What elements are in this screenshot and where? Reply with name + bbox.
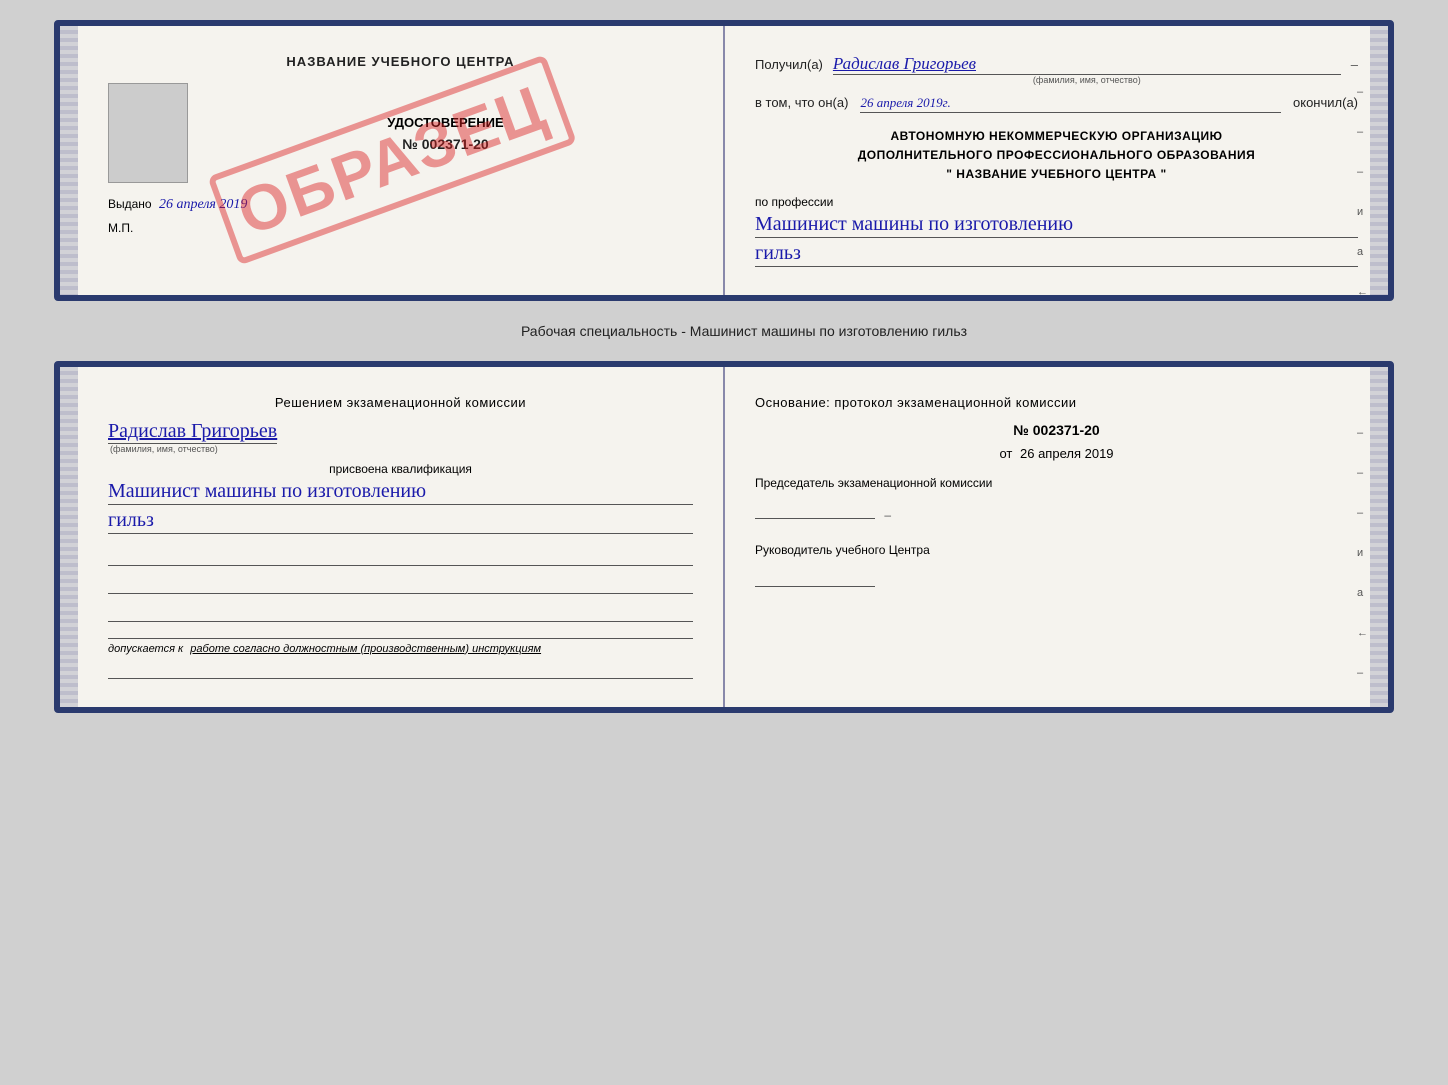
top-right-panel: Получил(а) Радислав Григорьев (фамилия, …: [725, 26, 1388, 295]
bottom-left-panel: Решением экзаменационной комиссии Радисл…: [60, 367, 725, 707]
mp-label: М.П.: [108, 221, 693, 235]
issued-date: 26 апреля 2019: [159, 197, 247, 212]
head-sig-line: [755, 567, 875, 587]
profession-block: по профессии Машинист машины по изготовл…: [755, 195, 1358, 267]
fio-subtitle: (фамилия, имя, отчество): [833, 75, 1341, 85]
dash-b-а: а: [1357, 587, 1368, 599]
admission-blank-line: [108, 659, 693, 679]
blank-lines: [108, 546, 693, 622]
qualification-block: Машинист машины по изготовлению гильз: [108, 478, 693, 534]
dash-1: –: [1357, 86, 1368, 98]
cert-issued: Выдано 26 апреля 2019: [108, 197, 693, 213]
org-line1: АВТОНОМНУЮ НЕКОММЕРЧЕСКУЮ ОРГАНИЗАЦИЮ: [755, 127, 1358, 146]
head-label: Руководитель учебного Центра: [755, 542, 1358, 559]
date-suffix: окончил(а): [1293, 95, 1358, 110]
qualification-value2: гильз: [108, 507, 693, 534]
basis-title: Основание: протокол экзаменационной коми…: [755, 395, 1358, 410]
date-field-line: в том, что он(а) 26 апреля 2019г. окончи…: [755, 95, 1358, 113]
dash-b-1: –: [1357, 427, 1368, 439]
dash-b-2: –: [1357, 467, 1368, 479]
blank-line-3: [108, 602, 693, 622]
cert-photo-placeholder: [108, 83, 188, 183]
profession-prefix: по профессии: [755, 195, 1358, 209]
protocol-date: от 26 апреля 2019: [755, 446, 1358, 461]
date-prefix: в том, что он(а): [755, 95, 848, 110]
org-line3: " НАЗВАНИЕ УЧЕБНОГО ЦЕНТРА ": [755, 165, 1358, 184]
bottom-right-panel: Основание: протокол экзаменационной коми…: [725, 367, 1388, 707]
side-dashes-top: – – – и а ← – – –: [1357, 86, 1368, 301]
dash1: –: [1351, 57, 1358, 72]
dash-и: и: [1357, 206, 1368, 218]
dash-b-и: и: [1357, 547, 1368, 559]
head-signature-line: [755, 567, 1358, 590]
admission-value: работе согласно должностным (производств…: [190, 643, 541, 655]
side-dashes-bottom: – – – и а ← – – –: [1357, 427, 1368, 713]
issued-label: Выдано: [108, 197, 152, 211]
dash-b-3: –: [1357, 507, 1368, 519]
protocol-date-value: 26 апреля 2019: [1020, 446, 1114, 461]
page-wrapper: НАЗВАНИЕ УЧЕБНОГО ЦЕНТРА УДОСТОВЕРЕНИЕ №…: [20, 20, 1428, 713]
cert-doc-title: УДОСТОВЕРЕНИЕ: [198, 115, 693, 130]
top-document-card: НАЗВАНИЕ УЧЕБНОГО ЦЕНТРА УДОСТОВЕРЕНИЕ №…: [54, 20, 1394, 301]
dash-arrow: ←: [1357, 286, 1368, 298]
fio-value: Радислав Григорьев: [833, 54, 1341, 75]
cert-number: № 002371-20: [198, 136, 693, 152]
chairman-label: Председатель экзаменационной комиссии: [755, 475, 1358, 492]
chairman-block: Председатель экзаменационной комиссии –: [755, 475, 1358, 523]
dash-3: –: [1357, 166, 1368, 178]
top-left-title: НАЗВАНИЕ УЧЕБНОГО ЦЕНТРА: [108, 54, 693, 69]
org-block: АВТОНОМНУЮ НЕКОММЕРЧЕСКУЮ ОРГАНИЗАЦИЮ ДО…: [755, 127, 1358, 185]
profession-value: Машинист машины по изготовлению: [755, 211, 1358, 238]
cert-text-block: УДОСТОВЕРЕНИЕ № 002371-20: [198, 115, 693, 152]
dash-b-5: –: [1357, 707, 1368, 713]
dash-b-4: –: [1357, 667, 1368, 679]
org-line2: ДОПОЛНИТЕЛЬНОГО ПРОФЕССИОНАЛЬНОГО ОБРАЗО…: [755, 146, 1358, 165]
dash-b1: –: [884, 508, 891, 522]
top-left-panel: НАЗВАНИЕ УЧЕБНОГО ЦЕНТРА УДОСТОВЕРЕНИЕ №…: [60, 26, 725, 295]
chairman-sig-line: [755, 499, 875, 519]
admission-block: допускается к работе согласно должностны…: [108, 638, 693, 655]
head-block: Руководитель учебного Центра: [755, 542, 1358, 590]
fio-field-line: Получил(а) Радислав Григорьев (фамилия, …: [755, 54, 1358, 85]
separator-label: Рабочая специальность - Машинист машины …: [481, 323, 967, 339]
dash-2: –: [1357, 126, 1368, 138]
blank-line-1: [108, 546, 693, 566]
dash-а: а: [1357, 246, 1368, 258]
profession-value2: гильз: [755, 240, 1358, 267]
qualification-label: присвоена квалификация: [108, 462, 693, 476]
chairman-signature-line: –: [755, 499, 1358, 522]
decision-title: Решением экзаменационной комиссии: [108, 395, 693, 410]
cert-image-area: УДОСТОВЕРЕНИЕ № 002371-20: [108, 83, 693, 183]
qualification-value: Машинист машины по изготовлению: [108, 478, 693, 505]
date-prefix: от: [999, 446, 1012, 461]
received-label: Получил(а): [755, 57, 823, 72]
bottom-fio-subtitle: (фамилия, имя, отчество): [110, 444, 693, 454]
bottom-fio-value: Радислав Григорьев: [108, 420, 277, 444]
bottom-document-card: Решением экзаменационной комиссии Радисл…: [54, 361, 1394, 713]
admission-prefix: допускается к: [108, 643, 183, 655]
blank-line-2: [108, 574, 693, 594]
date-value: 26 апреля 2019г.: [860, 95, 1281, 113]
dash-b-arrow: ←: [1357, 627, 1368, 639]
protocol-number: № 002371-20: [755, 422, 1358, 438]
bottom-fio-block: Радислав Григорьев (фамилия, имя, отчест…: [108, 420, 693, 454]
